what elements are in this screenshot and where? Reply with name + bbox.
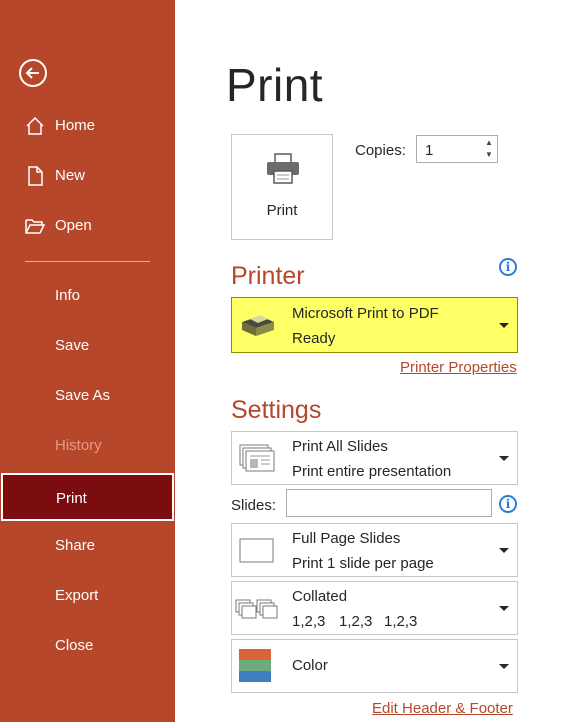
collation-title: Collated (292, 588, 348, 605)
sidebar-item-label: New (55, 167, 86, 184)
collation-dropdown[interactable]: Collated 1,2,3 1,2,3 1,2,3 (231, 581, 518, 635)
collation-sequence: 1,2,3 (292, 613, 326, 630)
chevron-down-icon (499, 606, 509, 611)
print-range-title: Print All Slides (292, 438, 388, 455)
sidebar-item-save[interactable]: Save (0, 323, 175, 371)
home-icon (26, 116, 44, 135)
printer-properties-link[interactable]: Printer Properties (400, 359, 517, 376)
sidebar-item-label: Info (55, 287, 81, 304)
printer-icon (267, 153, 299, 184)
sidebar-item-print[interactable]: Print (1, 473, 174, 521)
sidebar-item-label: Save As (55, 387, 111, 404)
printer-device-icon (242, 315, 274, 336)
copies-value: 1 (425, 142, 434, 159)
all-slides-icon (239, 444, 275, 472)
layout-dropdown[interactable]: Full Page Slides Print 1 slide per page (231, 523, 518, 577)
printer-status: Ready (292, 330, 336, 347)
collation-sequence: 1,2,3 (339, 613, 373, 630)
sidebar-item-label: Save (55, 337, 90, 354)
copies-stepper[interactable]: 1 ▲ ▼ (416, 135, 498, 163)
sidebar-divider (25, 261, 150, 262)
layout-title: Full Page Slides (292, 530, 401, 547)
printer-dropdown[interactable]: Microsoft Print to PDF Ready (231, 297, 518, 353)
print-range-subtitle: Print entire presentation (292, 463, 452, 480)
chevron-down-icon (499, 664, 509, 669)
sidebar-item-label: Print (56, 490, 87, 507)
print-button-label: Print (266, 202, 298, 219)
sidebar-item-label: History (55, 437, 102, 454)
color-dropdown[interactable]: Color (231, 639, 518, 693)
chevron-down-icon (499, 456, 509, 461)
sidebar-item-new[interactable]: New (0, 153, 175, 201)
chevron-down-icon (499, 323, 509, 328)
back-arrow-icon[interactable] (19, 59, 47, 87)
sidebar-item-save-as[interactable]: Save As (0, 373, 175, 421)
printer-heading: Printer (231, 262, 305, 290)
color-mode-label: Color (292, 657, 328, 674)
printer-name: Microsoft Print to PDF (292, 305, 439, 322)
sidebar-item-label: Home (55, 117, 96, 134)
spin-down-icon[interactable]: ▼ (483, 149, 495, 161)
open-folder-icon (25, 219, 46, 234)
print-button[interactable]: Print (231, 134, 333, 240)
slides-label: Slides: (231, 497, 277, 514)
sidebar-item-close[interactable]: Close (0, 623, 175, 671)
settings-heading: Settings (231, 396, 322, 424)
sidebar-item-home[interactable]: Home (0, 103, 175, 151)
edit-header-footer-link[interactable]: Edit Header & Footer (372, 700, 513, 717)
sidebar-item-export[interactable]: Export (0, 573, 175, 621)
sidebar-item-info[interactable]: Info (0, 273, 175, 321)
chevron-down-icon (499, 548, 509, 553)
layout-subtitle: Print 1 slide per page (292, 555, 434, 572)
new-document-icon (28, 166, 43, 186)
backstage-sidebar: Home New Open Info Save Save As History … (0, 0, 175, 722)
page-title: Print (226, 59, 324, 111)
sidebar-item-open[interactable]: Open (0, 203, 175, 251)
info-icon[interactable]: i (499, 258, 517, 276)
sidebar-item-label: Open (55, 217, 92, 234)
collated-icon (235, 599, 278, 619)
color-swatch-icon (239, 649, 271, 682)
sidebar-item-label: Export (55, 587, 99, 604)
sidebar-item-share[interactable]: Share (0, 523, 175, 571)
sidebar-item-label: Close (55, 637, 94, 654)
collation-sequence: 1,2,3 (384, 613, 418, 630)
slides-info-icon[interactable]: i (499, 495, 517, 513)
print-range-dropdown[interactable]: Print All Slides Print entire presentati… (231, 431, 518, 485)
full-page-slide-icon (239, 538, 274, 563)
spin-up-icon[interactable]: ▲ (483, 137, 495, 149)
sidebar-item-history: History (0, 423, 175, 471)
copies-label: Copies: (355, 142, 406, 159)
sidebar-item-label: Share (55, 537, 96, 554)
slides-input[interactable] (286, 489, 492, 517)
